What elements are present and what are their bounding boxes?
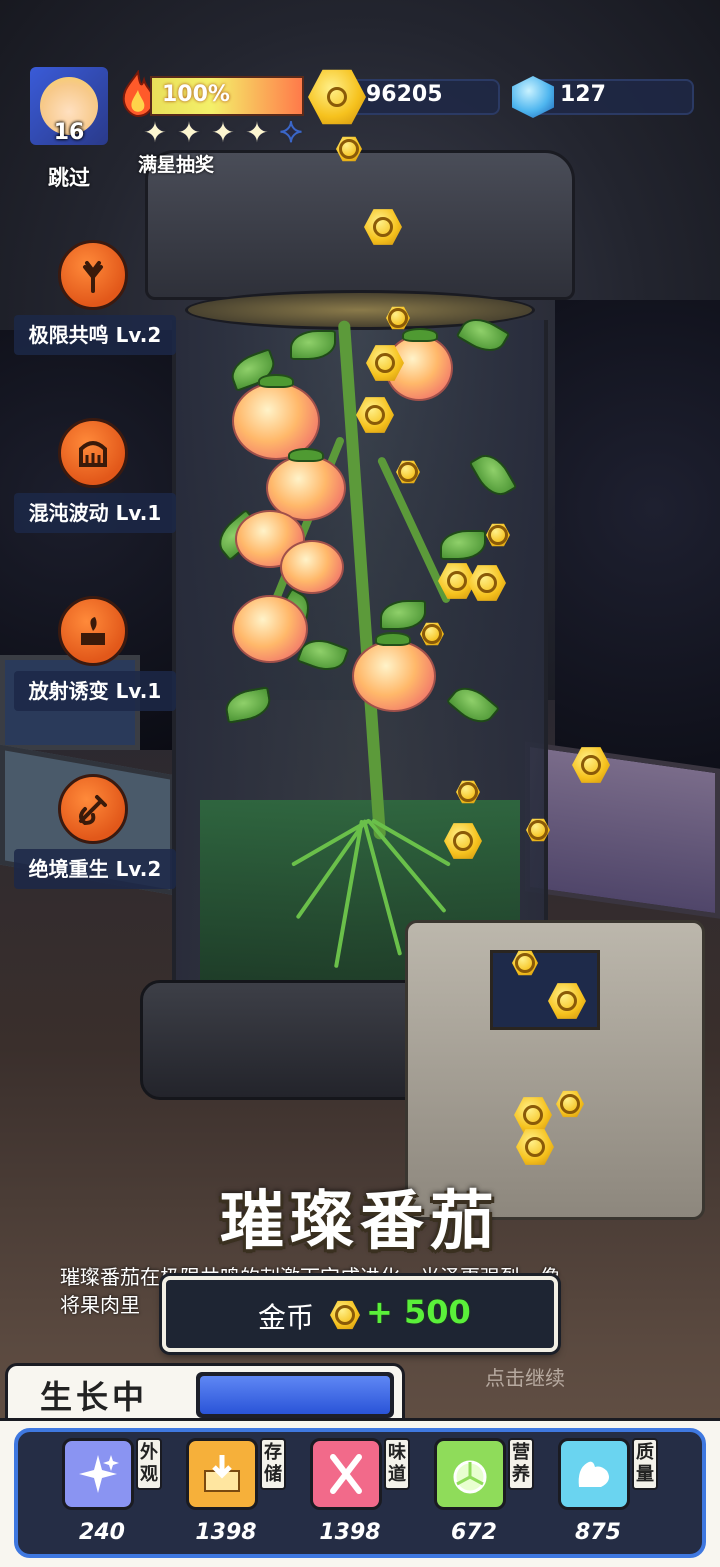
lemon-icon [434,1438,506,1510]
stat-storage[interactable]: 存储 1398 [186,1438,296,1548]
reward-panel[interactable] [162,1276,558,1352]
energy-percent: 100% [162,82,230,107]
skill-label: 放射诱变 Lv.1 [14,671,176,711]
game-scene[interactable]: 16 跳过 100% ✦ ✦ ✦ ✦ ✦ 满星抽奖 96205 127 极限共鸣… [0,0,720,1567]
fruit-cap [288,448,324,462]
muscle-icon [558,1438,630,1510]
stat-value: 1398 [319,1520,381,1545]
skip-button[interactable]: 跳过 [30,162,108,192]
tap-to-continue[interactable]: 点击继续 [440,1362,610,1391]
fruit-cap [402,328,438,342]
space-window-right [555,300,720,820]
stat-tag: 外观 [136,1438,162,1490]
skill-label: 极限共鸣 Lv.2 [14,315,176,355]
stat-quality[interactable]: 质量 875 [558,1438,668,1548]
coin-amount: 96205 [366,82,443,107]
fruit-name-title: 璀璨番茄 [220,1185,500,1259]
fruit-cap [375,632,411,646]
gem-counter[interactable] [532,79,694,115]
reward-label: 金币 [258,1301,315,1334]
stat-tag: 营养 [508,1438,534,1490]
rebirth-icon [58,774,128,844]
tomato-fruit [352,640,436,712]
resonance-icon [58,240,128,310]
growth-status-label: 生长中 [40,1378,149,1416]
tomato-fruit [232,595,308,663]
stat-tag: 存储 [260,1438,286,1490]
growth-progress-fill [200,1376,390,1414]
fork-knife-icon [310,1438,382,1510]
star-rating: ✦ ✦ ✦ ✦ ✦ [140,116,306,149]
storage-box-icon [186,1438,258,1510]
stat-tag: 味道 [384,1438,410,1490]
star-filled-icon: ✦ [245,116,269,149]
player-level: 16 [53,120,85,145]
skill-label: 绝境重生 Lv.2 [14,849,176,889]
star-empty-icon: ✦ [278,116,303,149]
stat-appearance[interactable]: 外观 240 [62,1438,172,1548]
stat-value: 240 [79,1520,125,1545]
full-star-lottery-button[interactable]: 满星抽奖 [138,150,214,177]
reward-amount: + 500 [366,1293,471,1331]
tomato-fruit [280,540,344,594]
monitor-right [525,741,720,919]
star-filled-icon: ✦ [143,116,167,149]
stat-tag: 质量 [632,1438,658,1490]
star-filled-icon: ✦ [211,116,235,149]
skill-label: 混沌波动 Lv.1 [14,493,176,533]
chaos-wave-icon [58,418,128,488]
fruit-cap [258,374,294,388]
radiation-mutation-icon [58,596,128,666]
gem-amount: 127 [560,82,606,107]
stat-value: 1398 [195,1520,257,1545]
sparkle-icon [62,1438,134,1510]
growth-progress-bar [196,1372,394,1418]
stat-value: 672 [451,1520,497,1545]
star-filled-icon: ✦ [177,116,201,149]
stat-value: 875 [575,1520,621,1545]
stat-nutrition[interactable]: 营养 672 [434,1438,544,1548]
console-screen [490,950,600,1030]
stat-taste[interactable]: 味道 1398 [310,1438,420,1548]
